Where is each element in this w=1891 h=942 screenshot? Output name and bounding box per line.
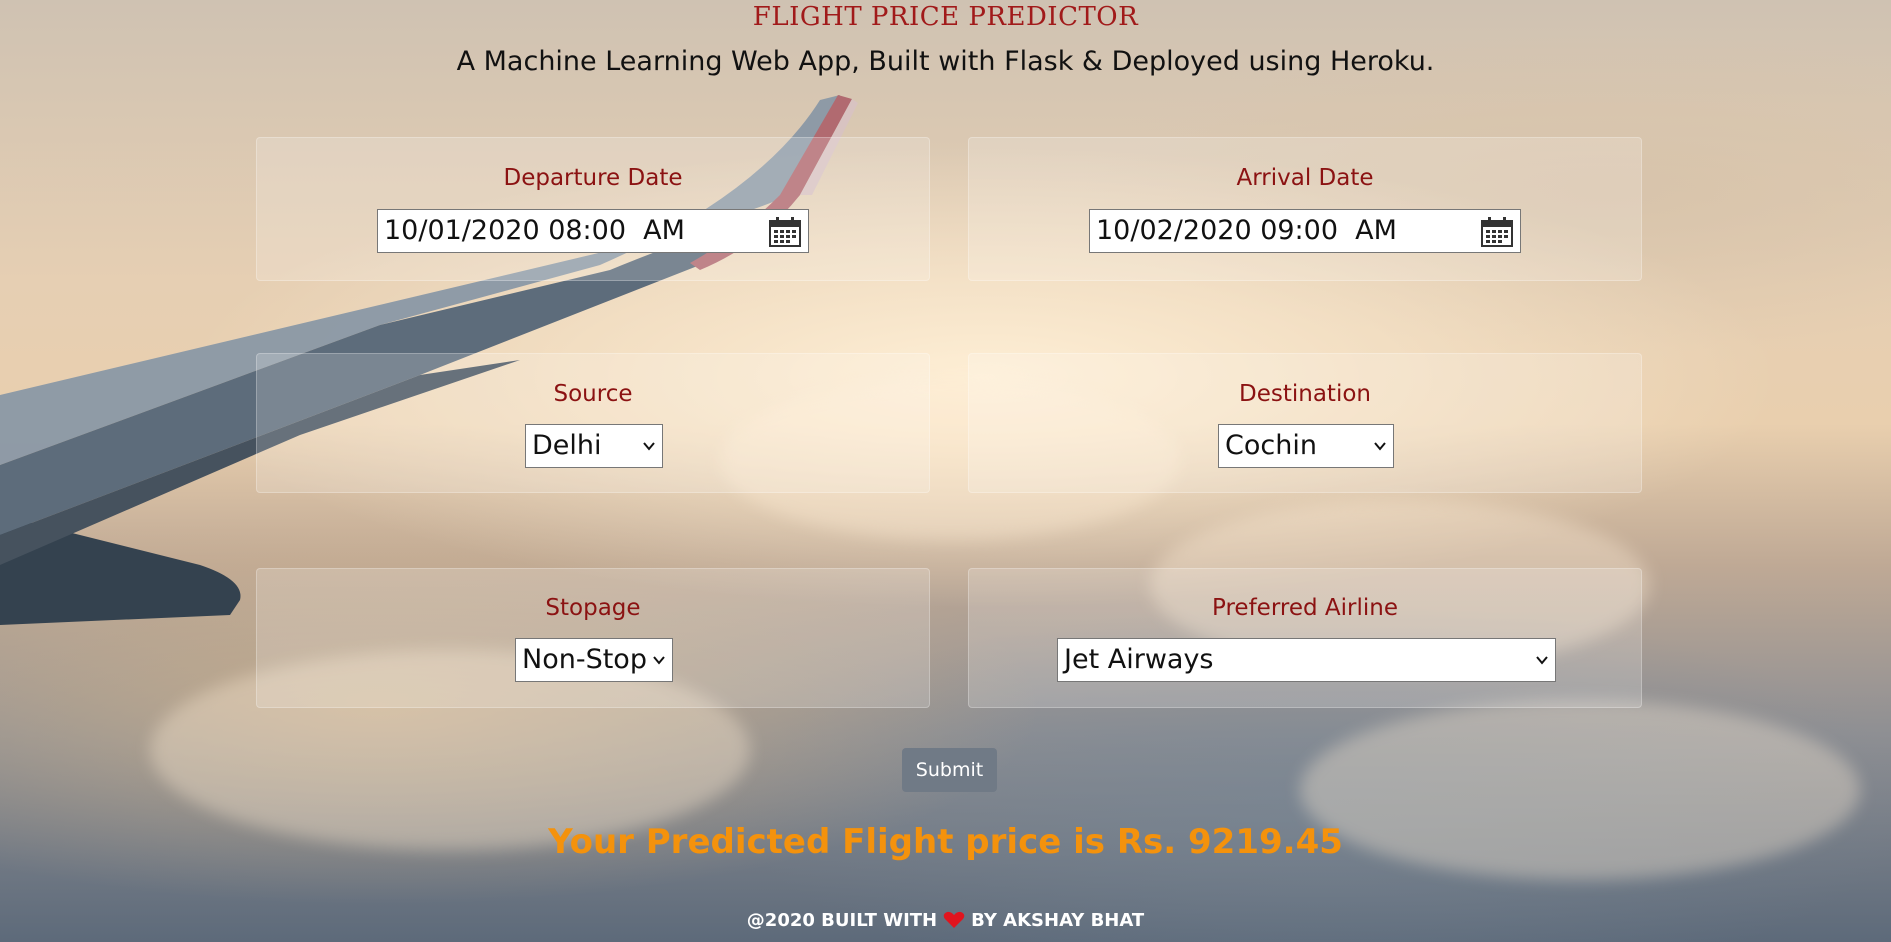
source-selected-value: Delhi bbox=[532, 430, 602, 461]
source-label: Source bbox=[553, 381, 633, 407]
page-subtitle: A Machine Learning Web App, Built with F… bbox=[456, 46, 1435, 77]
calendar-icon[interactable] bbox=[768, 216, 802, 248]
chevron-down-icon bbox=[1374, 442, 1386, 451]
stopage-selected-value: Non-Stop bbox=[522, 644, 647, 675]
footer-suffix: BY AKSHAY BHAT bbox=[971, 910, 1145, 931]
chevron-down-icon bbox=[1536, 656, 1548, 665]
heart-icon bbox=[943, 911, 965, 928]
destination-select[interactable]: Cochin bbox=[1218, 424, 1394, 468]
arrival-date-value: 10/02/2020 09:00 AM bbox=[1096, 215, 1397, 246]
destination-label: Destination bbox=[1239, 381, 1371, 407]
destination-selected-value: Cochin bbox=[1225, 430, 1317, 461]
calendar-icon[interactable] bbox=[1480, 216, 1514, 248]
source-select[interactable]: Delhi bbox=[525, 424, 663, 468]
arrival-date-input[interactable]: 10/02/2020 09:00 AM bbox=[1089, 209, 1521, 253]
departure-date-input[interactable]: 10/01/2020 08:00 AM bbox=[377, 209, 809, 253]
arrival-label: Arrival Date bbox=[1236, 165, 1374, 191]
source-card: Source Delhi bbox=[256, 353, 930, 493]
footer-prefix: @2020 BUILT WITH bbox=[746, 910, 938, 931]
prediction-result: Your Predicted Flight price is Rs. 9219.… bbox=[548, 822, 1343, 862]
airline-selected-value: Jet Airways bbox=[1064, 644, 1214, 675]
stopage-select[interactable]: Non-Stop bbox=[515, 638, 673, 682]
arrival-card: Arrival Date 10/02/2020 09:00 AM bbox=[968, 137, 1642, 281]
airline-card: Preferred Airline Jet Airways bbox=[968, 568, 1642, 708]
departure-label: Departure Date bbox=[503, 165, 683, 191]
chevron-down-icon bbox=[653, 656, 665, 665]
submit-button[interactable]: Submit bbox=[902, 748, 997, 792]
destination-card: Destination Cochin bbox=[968, 353, 1642, 493]
airline-label: Preferred Airline bbox=[1212, 595, 1398, 621]
chevron-down-icon bbox=[643, 442, 655, 451]
footer: @2020 BUILT WITH BY AKSHAY BHAT bbox=[0, 910, 1891, 931]
page-title: FLIGHT PRICE PREDICTOR bbox=[752, 2, 1139, 32]
departure-date-value: 10/01/2020 08:00 AM bbox=[384, 215, 685, 246]
stopage-card: Stopage Non-Stop bbox=[256, 568, 930, 708]
stopage-label: Stopage bbox=[545, 595, 641, 621]
departure-card: Departure Date 10/01/2020 08:00 AM bbox=[256, 137, 930, 281]
airline-select[interactable]: Jet Airways bbox=[1057, 638, 1556, 682]
